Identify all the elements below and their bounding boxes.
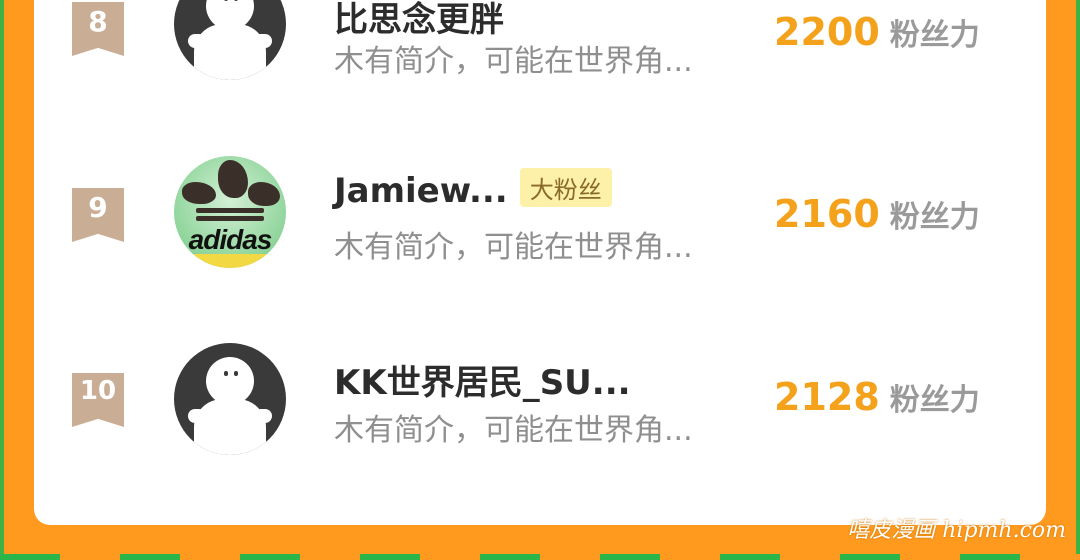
avatar-eye: [224, 371, 228, 376]
fan-ranking-card: 8 比思念更胖 木有简介，可能在世界角... 2200 粉丝力 9 adidas…: [34, 0, 1046, 525]
right-edge-strip: [1076, 0, 1080, 560]
user-name-text: KK世界居民_SU...: [334, 363, 631, 403]
rank-number: 9: [88, 191, 108, 224]
rank-number: 8: [88, 5, 108, 38]
user-name-text: 比思念更胖: [334, 0, 504, 40]
big-fan-badge: 大粉丝: [519, 168, 612, 207]
avatar-photo-stripe: [196, 208, 264, 213]
avatar-photo-shape: [218, 160, 248, 198]
bottom-edge-strip: [0, 554, 1080, 560]
avatar[interactable]: [174, 343, 286, 455]
fan-score: 2200 粉丝力: [774, 10, 980, 54]
user-description: 木有简介，可能在世界角...: [334, 44, 693, 79]
adidas-logo: adidas: [188, 224, 273, 255]
avatar-arm: [188, 34, 206, 48]
fan-score-value: 2200: [774, 10, 880, 54]
avatar-head-shape: [206, 357, 254, 405]
site-watermark: 嘻皮漫画 hipmh.com: [847, 518, 1066, 543]
list-item[interactable]: 10 KK世界居民_SU... 木有简介，可能在世界角... 2128 粉丝力: [34, 335, 1046, 455]
fan-score-unit: 粉丝力: [889, 200, 980, 235]
rank-badge: 10: [72, 373, 124, 427]
avatar[interactable]: [174, 0, 286, 80]
avatar-eye: [234, 371, 238, 376]
list-item[interactable]: 9 adidas Jamiew... 大粉丝 木有简介，可能在世界角... 216…: [34, 150, 1046, 270]
fan-score-value: 2160: [774, 192, 880, 236]
user-name[interactable]: 比思念更胖: [334, 0, 504, 41]
user-name[interactable]: Jamiew... 大粉丝: [334, 168, 612, 211]
avatar-photo-band: [174, 254, 286, 268]
list-item[interactable]: 8 比思念更胖 木有简介，可能在世界角... 2200 粉丝力: [34, 0, 1046, 80]
fan-score: 2128 粉丝力: [774, 375, 980, 419]
rank-number: 10: [79, 376, 117, 406]
rank-badge: 8: [72, 2, 124, 56]
avatar[interactable]: adidas: [174, 156, 286, 268]
rank-badge: 9: [72, 188, 124, 242]
fan-score: 2160 粉丝力: [774, 192, 980, 236]
avatar-arm: [254, 34, 272, 48]
avatar-photo-stripe: [196, 216, 264, 221]
user-description: 木有简介，可能在世界角...: [334, 413, 693, 448]
avatar-arm: [188, 409, 206, 423]
user-description: 木有简介，可能在世界角...: [334, 230, 693, 265]
user-name[interactable]: KK世界居民_SU...: [334, 355, 631, 404]
avatar-photo-shape: [248, 182, 280, 206]
avatar-arm: [254, 409, 272, 423]
left-edge-strip: [0, 0, 4, 560]
avatar-body-shape: [194, 399, 266, 455]
avatar-body-shape: [194, 24, 266, 80]
fan-score-unit: 粉丝力: [889, 18, 980, 53]
avatar-photo-shape: [182, 182, 216, 204]
fan-score-unit: 粉丝力: [889, 383, 980, 418]
user-name-text: Jamiew...: [334, 171, 508, 211]
fan-score-value: 2128: [774, 375, 880, 419]
